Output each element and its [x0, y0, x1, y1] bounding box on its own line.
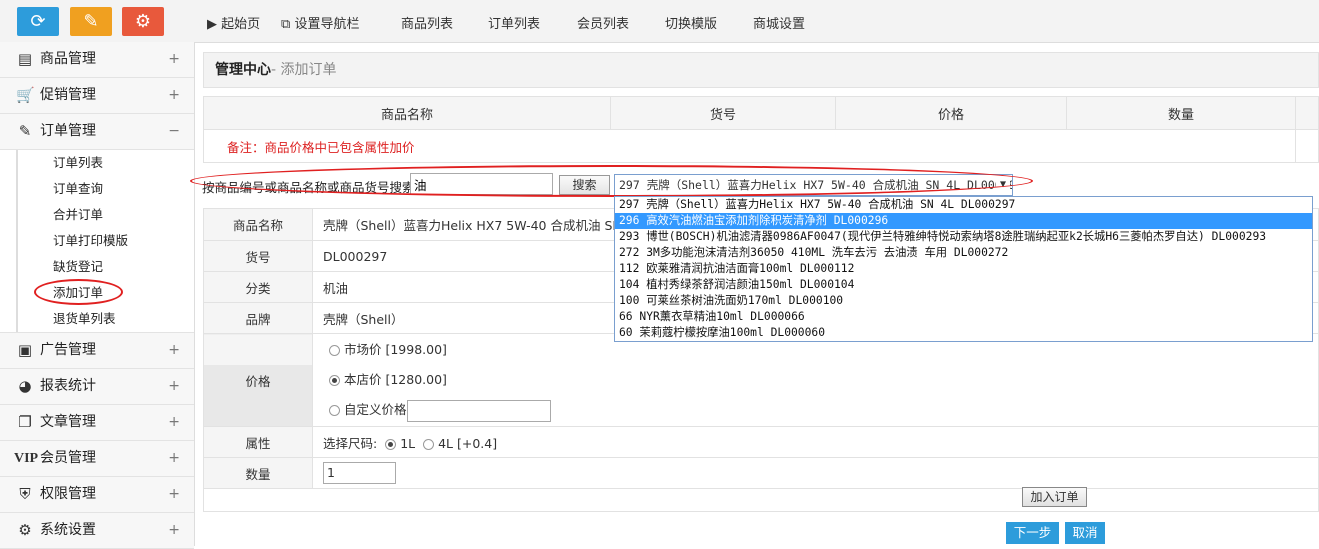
shield-icon: ⛨: [19, 485, 31, 503]
dropdown-option[interactable]: 272 3M多功能泡沫清洁剂36050 410ML 洗车去污 去油渍 车用 DL…: [615, 245, 1312, 261]
settings-button[interactable]: ⚙: [122, 7, 164, 36]
sidebar-item-reports[interactable]: ◕ 报表统计 +: [0, 369, 194, 405]
sidebar-item-ads[interactable]: ▣ 广告管理 +: [0, 333, 194, 369]
dropdown-option[interactable]: 66 NYR薰衣草精油10ml DL000066: [615, 309, 1312, 325]
play-icon: ▶: [207, 17, 217, 32]
detail-category-label: 分类: [203, 271, 313, 303]
refresh-button[interactable]: ⟳: [17, 7, 59, 36]
next-step-button[interactable]: 下一步: [1006, 522, 1059, 544]
nav-switch-template[interactable]: 切换模版: [665, 13, 717, 32]
breadcrumb-sub: - 添加订单: [271, 62, 337, 78]
order-goods-table: 商品名称 货号 价格 数量 备注：商品价格中已包含属性加价: [203, 96, 1319, 163]
top-icon-bar: ⟳ ✎ ⚙: [0, 0, 196, 43]
vip-icon: VIP: [14, 451, 39, 466]
sidebar-item-orders[interactable]: ✎ 订单管理 −: [0, 114, 194, 150]
refresh-icon: ⟳: [30, 11, 46, 32]
cart-icon: 🛒: [16, 86, 35, 104]
sidebar-item-promotion[interactable]: 🛒 促销管理 +: [0, 78, 194, 114]
radio-market-price[interactable]: [329, 345, 340, 356]
top-nav: ▶ 起始页 ⧉ 设置导航栏 商品列表 订单列表 会员列表 切换模版 商城设置: [196, 0, 1319, 43]
col-goods-sn: 货号: [610, 96, 836, 130]
settings-page-icon: ⧉: [281, 17, 291, 32]
annotation-ellipse-search: [190, 165, 1033, 197]
goods-icon: ▤: [17, 50, 33, 68]
nav-set-nav[interactable]: ⧉ 设置导航栏: [281, 13, 359, 32]
sidebar-item-permissions[interactable]: ⛨ 权限管理 +: [0, 477, 194, 513]
radio-size-4l[interactable]: [423, 438, 435, 450]
dropdown-option[interactable]: 112 欧莱雅清润抗油洁面膏100ml DL000112: [615, 261, 1312, 277]
col-extra: [1295, 96, 1319, 130]
edit-button[interactable]: ✎: [70, 7, 112, 36]
add-to-order-button[interactable]: 加入订单: [1022, 487, 1087, 507]
breadcrumb-main: 管理中心: [215, 62, 271, 78]
col-quantity: 数量: [1066, 96, 1296, 130]
detail-sn-label: 货号: [203, 240, 313, 272]
radio-shop-price[interactable]: [329, 375, 340, 386]
submenu-order-list[interactable]: 订单列表: [16, 150, 194, 176]
annotation-ellipse-add-order: [34, 279, 123, 305]
radio-size-1l[interactable]: [385, 438, 397, 450]
col-goods-name: 商品名称: [203, 96, 611, 130]
nav-mall-settings[interactable]: 商城设置: [753, 13, 805, 32]
detail-name-label: 商品名称: [203, 208, 313, 241]
sidebar-item-system[interactable]: ⚙ 系统设置 +: [0, 513, 194, 549]
price-shop-option[interactable]: 本店价 [1280.00]: [329, 365, 1317, 395]
gear-icon: ⚙: [134, 11, 152, 32]
submenu-stockout[interactable]: 缺货登记: [16, 254, 194, 280]
sidebar-item-goods[interactable]: ▤ 商品管理 +: [0, 42, 194, 78]
price-options: 市场价 [1998.00] 本店价 [1280.00] 自定义价格: [312, 333, 1319, 427]
detail-price-label: 价格: [203, 333, 313, 427]
radio-custom-price[interactable]: [329, 405, 340, 416]
dropdown-option[interactable]: 104 植村秀绿茶舒润洁颜油150ml DL000104: [615, 277, 1312, 293]
sidebar-item-articles[interactable]: ❐ 文章管理 +: [0, 405, 194, 441]
nav-member-list[interactable]: 会员列表: [577, 13, 629, 32]
dropdown-option[interactable]: 296 高效汽油燃油宝添加剂除积炭清净剂 DL000296: [615, 213, 1312, 229]
dropdown-option[interactable]: 293 博世(BOSCH)机油滤清器0986AF0047(现代伊兰特雅绅特悦动索…: [615, 229, 1312, 245]
goods-dropdown-list: 297 壳牌（Shell）蓝喜力Helix HX7 5W-40 合成机油 SN …: [614, 196, 1313, 342]
breadcrumb: 管理中心- 添加订单: [203, 52, 1319, 88]
attr-options: 选择尺码: 1L 4L [+0.4]: [312, 426, 1319, 458]
price-custom-option[interactable]: 自定义价格: [329, 395, 1317, 425]
submenu-return-list[interactable]: 退货单列表: [16, 306, 194, 332]
image-icon: ▣: [17, 341, 33, 359]
submenu-order-query[interactable]: 订单查询: [16, 176, 194, 202]
custom-price-input[interactable]: [406, 399, 551, 422]
cancel-button[interactable]: 取消: [1065, 522, 1105, 544]
copy-icon: ❐: [18, 413, 32, 431]
edit-icon: ✎: [83, 11, 99, 32]
sidebar-item-members[interactable]: VIP 会员管理 +: [0, 441, 194, 477]
pie-chart-icon: ◕: [18, 377, 32, 395]
nav-order-list[interactable]: 订单列表: [488, 13, 540, 32]
detail-brand-label: 品牌: [203, 302, 313, 334]
price-note: 备注：商品价格中已包含属性加价: [203, 129, 1296, 163]
order-submenu: 订单列表 订单查询 合并订单 订单打印模版 缺货登记 添加订单 退货单列表: [0, 150, 194, 333]
dropdown-option[interactable]: 100 可莱丝茶树油洗面奶170ml DL000100: [615, 293, 1312, 309]
submenu-merge-order[interactable]: 合并订单: [16, 202, 194, 228]
dropdown-option[interactable]: 60 茉莉蔻柠檬按摩油100ml DL000060: [615, 325, 1312, 341]
dropdown-option[interactable]: 297 壳牌（Shell）蓝喜力Helix HX7 5W-40 合成机油 SN …: [615, 197, 1312, 213]
detail-attr-label: 属性: [203, 426, 313, 458]
detail-qty-label: 数量: [203, 457, 313, 489]
quantity-input[interactable]: 1: [323, 462, 396, 484]
submenu-print-template[interactable]: 订单打印模版: [16, 228, 194, 254]
col-price: 价格: [835, 96, 1067, 130]
nav-product-list[interactable]: 商品列表: [401, 13, 453, 32]
cogs-icon: ⚙: [18, 521, 32, 539]
nav-home[interactable]: ▶ 起始页: [207, 13, 260, 32]
order-edit-icon: ✎: [18, 122, 32, 140]
